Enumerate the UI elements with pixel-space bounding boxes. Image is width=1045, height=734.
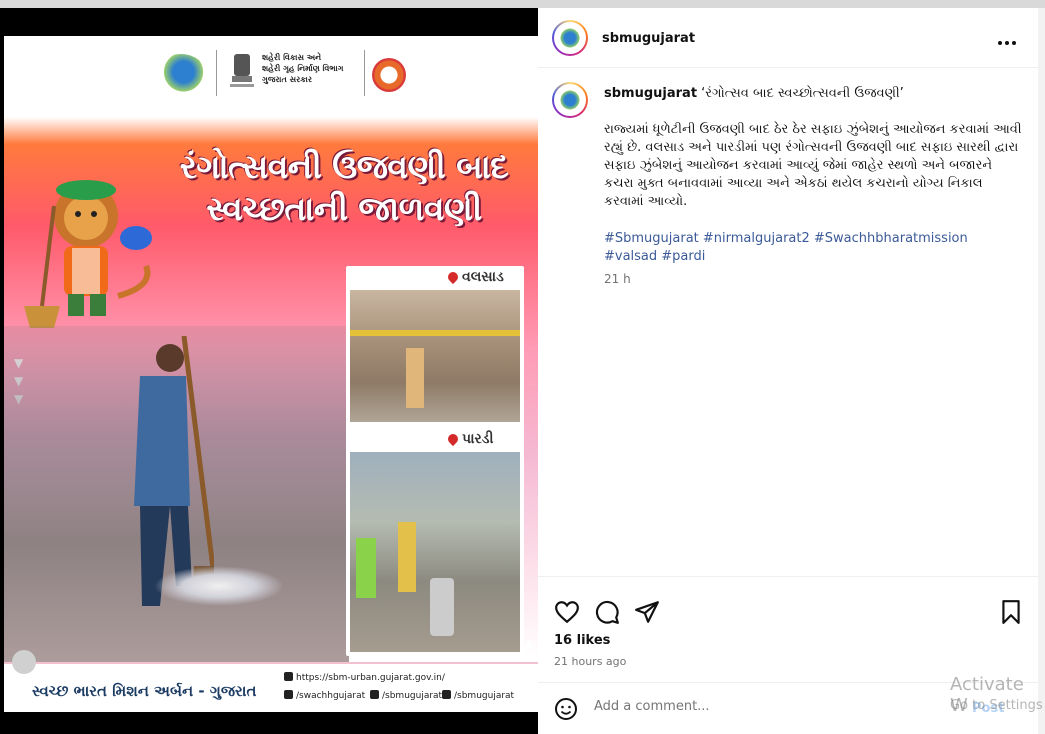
- main-cleaning-photo: [4, 326, 349, 686]
- location-pin-icon: [445, 431, 461, 447]
- location-pardi-label: પારડી: [462, 431, 494, 447]
- tagged-user-icon[interactable]: [12, 650, 36, 674]
- share-icon[interactable]: [634, 599, 660, 625]
- location-pin-icon: [445, 269, 461, 285]
- x-text: /sbmugujarat: [382, 691, 443, 701]
- avatar[interactable]: [552, 20, 588, 56]
- comment-input[interactable]: [594, 699, 914, 714]
- windows-activation-subtext: Go to Settings: [950, 698, 1043, 713]
- post-modal: શહેરી વિકાસ અને શહેરી ગૃહ નિર્માણ વિભાગ …: [0, 8, 1038, 734]
- post-timestamp: 21 hours ago: [554, 655, 627, 668]
- footer-title: સ્વચ્છ ભારત મિશન અર્બન - ગુજરાત: [32, 682, 257, 700]
- footer-website: https://sbm-urban.gujarat.gov.in/: [284, 672, 445, 683]
- instagram-text: /sbmugujarat: [454, 691, 515, 701]
- poster-footer: સ્વચ્છ ભારત મિશન અર્બન - ગુજરાત https://…: [4, 662, 538, 712]
- header-divider: [364, 50, 365, 96]
- heart-icon[interactable]: [554, 599, 580, 625]
- location-tag-pardi: પારડી: [444, 430, 498, 448]
- bookmark-icon[interactable]: [998, 599, 1024, 625]
- more-icon[interactable]: [998, 30, 1022, 46]
- post-actions: 16 likes 21 hours ago: [538, 576, 1038, 686]
- valsad-photo: [350, 290, 520, 422]
- post-details: sbmugujarat sbmugujarat ‘રંગોત્સવ બાદ સ્…: [538, 8, 1038, 734]
- poster-header: શહેરી વિકાસ અને શહેરી ગૃહ નિર્માણ વિભાગ …: [4, 36, 538, 112]
- caption-time: 21 h: [604, 272, 631, 286]
- website-text: https://sbm-urban.gujarat.gov.in/: [296, 673, 445, 683]
- caption-header: sbmugujarat ‘રંગોત્સવ બાદ સ્વચ્છોત્સવની …: [604, 86, 904, 101]
- facebook-icon: [284, 690, 293, 699]
- instagram-icon: [442, 690, 451, 699]
- emblem-icon: [230, 54, 254, 87]
- dept-seal-logo: [372, 58, 406, 92]
- globe-icon: [284, 672, 293, 681]
- x-icon: [370, 690, 379, 699]
- headline-line-1: રંગોત્સવની ઉજવણી બાદ: [179, 147, 509, 186]
- caption-body: રાજ્યમાં ધૂળેટીની ઉજવણી બાદ ઠેર ઠેર સફાઇ…: [604, 122, 1022, 209]
- debris: [154, 566, 284, 606]
- footer-x: /sbmugujarat: [370, 690, 442, 701]
- department-text: શહેરી વિકાસ અને શહેરી ગૃહ નિર્માણ વિભાગ …: [262, 53, 344, 84]
- poster-image: શહેરી વિકાસ અને શહેરી ગૃહ નિર્માણ વિભાગ …: [4, 36, 538, 712]
- browser-strip: [0, 0, 1045, 8]
- footer-facebook: /swachhgujarat: [284, 690, 365, 701]
- footer-instagram: /sbmugujarat: [442, 690, 514, 701]
- pardi-photo: [350, 452, 520, 652]
- facebook-text: /swachhgujarat: [296, 691, 366, 701]
- poster-headline: રંગોત્સવની ઉજવણી બાદ સ્વચ્છતાની જાળવણી: [154, 146, 534, 230]
- nirmal-gujarat-logo: [156, 54, 206, 94]
- screen: શહેરી વિકાસ અને શહેરી ગૃહ નિર્માણ વિભાગ …: [0, 0, 1045, 734]
- header-divider: [216, 50, 217, 96]
- likes-count[interactable]: 16 likes: [554, 633, 610, 648]
- caption-title: ‘રંગોત્સવ બાદ સ્વચ્છોત્સવની ઉજવણી’: [701, 86, 904, 101]
- comment-icon[interactable]: [594, 599, 620, 625]
- post-media[interactable]: શહેરી વિકાસ અને શહેરી ગૃહ નિર્માણ વિભાગ …: [0, 8, 538, 734]
- post-header: sbmugujarat: [538, 8, 1038, 68]
- location-tag-valsad: વલસાડ: [444, 268, 508, 286]
- caption-username[interactable]: sbmugujarat: [604, 86, 697, 101]
- lion-mascot-illustration: [24, 180, 152, 328]
- location-valsad-label: વલસાડ: [462, 269, 504, 285]
- caption-avatar[interactable]: [552, 82, 588, 118]
- caption-hashtags[interactable]: #Sbmugujarat #nirmalgujarat2 #Swachhbhar…: [604, 230, 1024, 266]
- header-username[interactable]: sbmugujarat: [602, 31, 695, 46]
- headline-line-2: સ્વચ્છતાની જાળવણી: [206, 189, 482, 228]
- emoji-icon[interactable]: [554, 697, 578, 721]
